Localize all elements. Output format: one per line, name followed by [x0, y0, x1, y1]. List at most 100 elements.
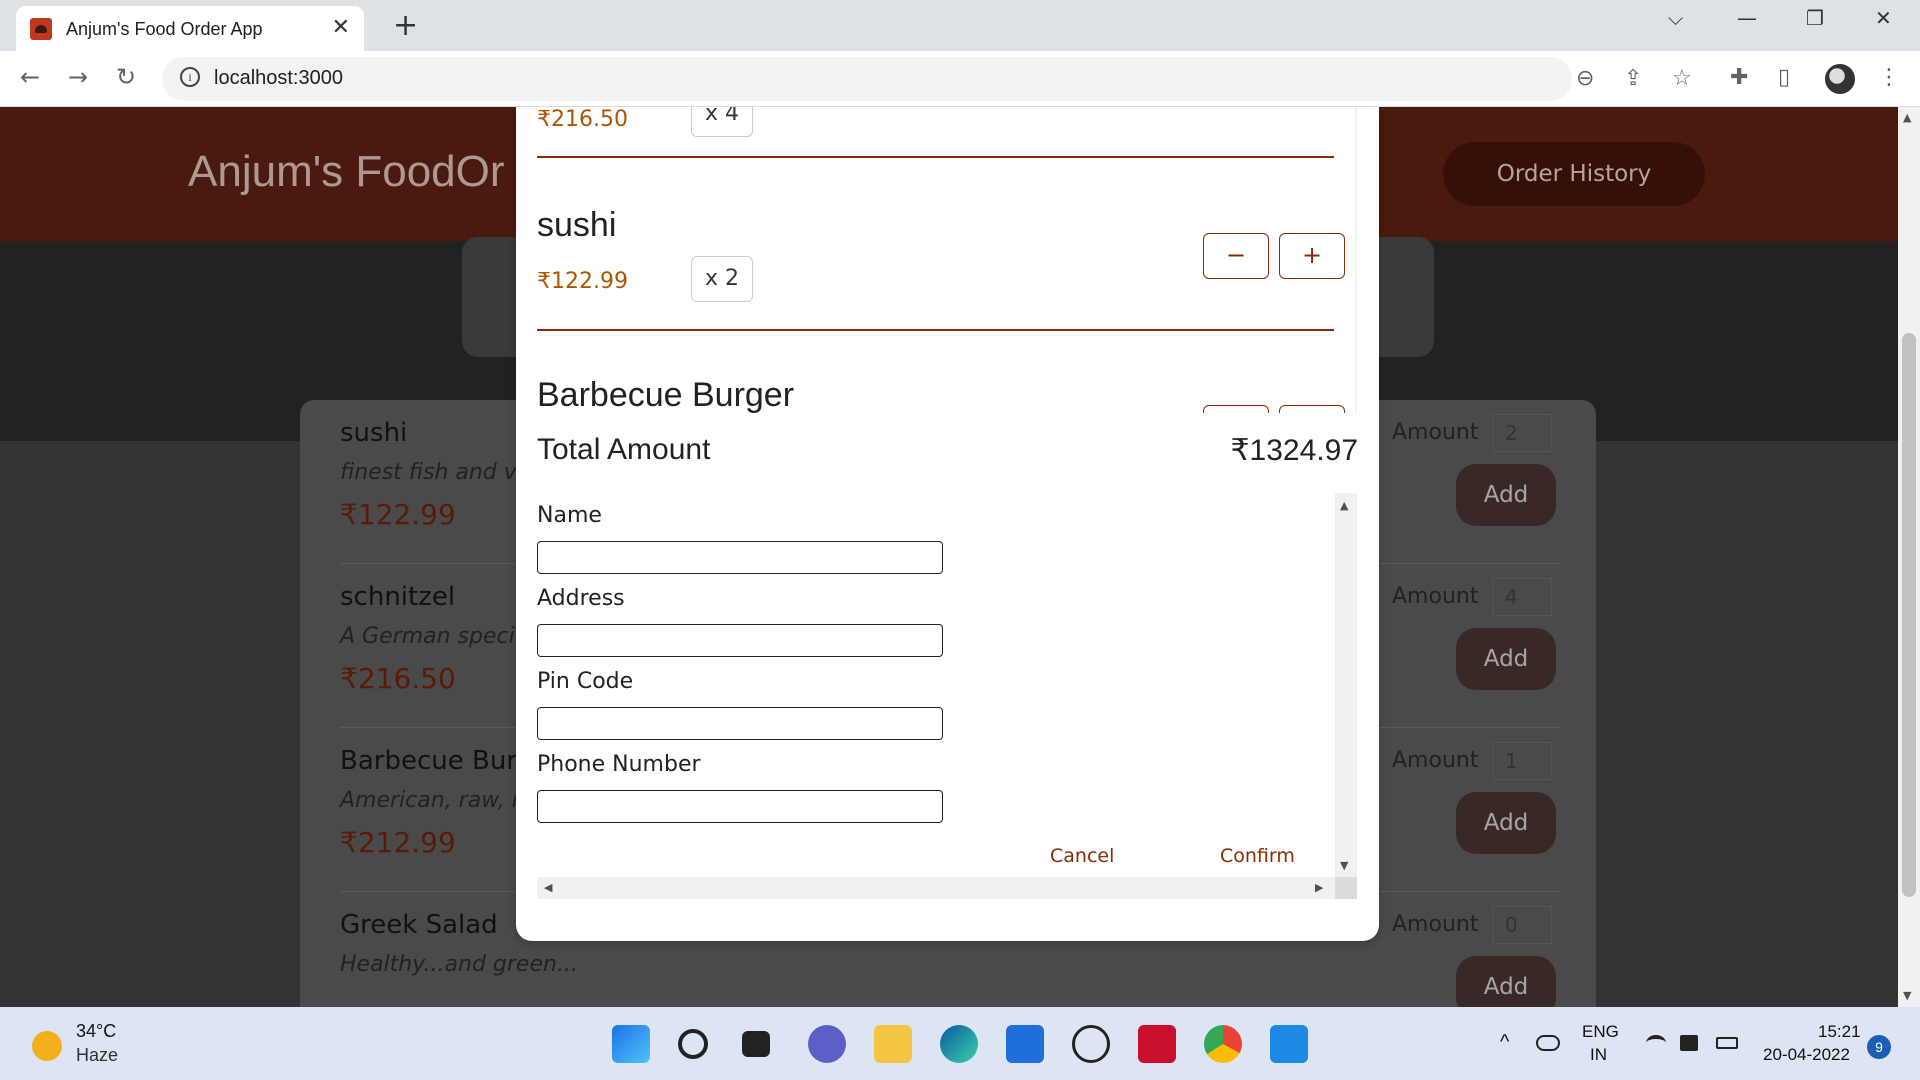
region-indicator[interactable]: IN	[1590, 1045, 1607, 1065]
cart-item-name: sushi	[537, 206, 617, 244]
add-button[interactable]: Add	[1456, 464, 1556, 526]
cart-item-price: ₹216.50	[537, 107, 628, 132]
address-input[interactable]	[537, 624, 943, 657]
app-title: Anjum's FoodOr	[188, 147, 505, 196]
add-button[interactable]: Add	[1456, 792, 1556, 854]
windows-start-icon[interactable]	[612, 1025, 650, 1063]
meal-name: Barbecue Burg	[340, 746, 534, 776]
notification-badge[interactable]: 9	[1867, 1035, 1891, 1059]
battery-icon[interactable]	[1716, 1037, 1738, 1049]
search-icon[interactable]	[678, 1029, 708, 1059]
extensions-icon[interactable]: ✚	[1730, 65, 1748, 90]
increase-quantity-button[interactable]: +	[1279, 233, 1345, 279]
browser-toolbar: ← → ↻ i localhost:3000 ⊖ ⇪ ☆ ✚ ▯ ⋮	[0, 51, 1920, 107]
amount-input[interactable]: 4	[1492, 578, 1552, 616]
amount-label: Amount	[1392, 912, 1479, 937]
form-vertical-scrollbar[interactable]: ▲ ▼	[1335, 493, 1357, 877]
edge-icon[interactable]	[940, 1025, 978, 1063]
address-bar[interactable]: i localhost:3000 ⊖ ⇪ ☆	[162, 57, 1692, 101]
cart-scrollbar[interactable]: ▼	[1355, 107, 1357, 413]
weather-description[interactable]: Haze	[76, 1045, 118, 1066]
chat-icon[interactable]	[808, 1025, 846, 1063]
cancel-button[interactable]: Cancel	[1050, 845, 1114, 867]
amount-input[interactable]: 2	[1492, 414, 1552, 452]
star-icon[interactable]: ☆	[1672, 66, 1692, 91]
zoom-out-icon[interactable]: ⊖	[1576, 66, 1594, 91]
onedrive-icon[interactable]	[1536, 1035, 1560, 1051]
name-input[interactable]	[537, 541, 943, 574]
increase-quantity-button[interactable]	[1279, 405, 1345, 413]
total-amount-value: ₹1324.97	[1230, 434, 1358, 467]
share-icon[interactable]: ⇪	[1624, 66, 1642, 91]
close-window-button[interactable]: ✕	[1875, 6, 1892, 30]
dell-icon[interactable]	[1072, 1025, 1110, 1063]
meal-description: A German speci	[340, 624, 515, 649]
cart-items-list[interactable]: ₹216.50 x 4 sushi ₹122.99 x 2 − + Barbec…	[537, 107, 1357, 413]
weather-temperature[interactable]: 34°C	[76, 1021, 116, 1042]
menu-icon[interactable]: ⋮	[1878, 65, 1900, 90]
add-button[interactable]: Add	[1456, 628, 1556, 690]
form-horizontal-scrollbar[interactable]: ◀ ▶	[537, 877, 1335, 899]
tab-search-icon[interactable]: ⌵	[1668, 6, 1683, 30]
page-scroll-down-icon[interactable]: ▼	[1903, 989, 1911, 1002]
cart-item: ₹216.50 x 4	[537, 107, 1334, 158]
new-tab-button[interactable]: +	[393, 8, 418, 43]
clock-date[interactable]: 20-04-2022	[1763, 1045, 1850, 1065]
back-button[interactable]: ←	[20, 63, 40, 91]
scroll-right-arrow-icon[interactable]: ▶	[1315, 881, 1323, 894]
meal-price: ₹122.99	[340, 498, 456, 531]
cart-item-quantity: x 4	[691, 107, 753, 137]
reload-button[interactable]: ↻	[116, 63, 136, 91]
scroll-up-arrow-icon[interactable]: ▲	[1340, 499, 1348, 512]
page-scrollbar[interactable]: ▲ ▼	[1898, 107, 1920, 1007]
url-text[interactable]: localhost:3000	[214, 67, 343, 90]
language-indicator[interactable]: ENG	[1582, 1022, 1619, 1042]
page-scroll-up-icon[interactable]: ▲	[1903, 111, 1911, 124]
mcafee-icon[interactable]	[1138, 1025, 1176, 1063]
tab-close-icon[interactable]: ✕	[332, 15, 350, 40]
vscode-icon[interactable]	[1270, 1025, 1308, 1063]
add-button[interactable]: Add	[1456, 956, 1556, 1007]
decrease-quantity-button[interactable]	[1203, 405, 1269, 413]
tray-chevron-icon[interactable]: ^	[1500, 1031, 1509, 1054]
profile-avatar[interactable]	[1825, 64, 1855, 94]
task-view-icon[interactable]	[742, 1031, 770, 1057]
site-info-icon[interactable]: i	[180, 67, 200, 87]
clock-time[interactable]: 15:21	[1818, 1022, 1861, 1042]
browser-tab-strip: Anjum's Food Order App ✕ + ⌵ — ❐ ✕	[0, 0, 1920, 51]
amount-label: Amount	[1392, 748, 1479, 773]
volume-muted-icon[interactable]	[1680, 1035, 1698, 1051]
file-explorer-icon[interactable]	[874, 1025, 912, 1063]
amount-input[interactable]: 1	[1492, 742, 1552, 780]
amount-label: Amount	[1392, 584, 1479, 609]
total-amount-label: Total Amount	[537, 433, 711, 466]
tab-title: Anjum's Food Order App	[66, 19, 263, 39]
phone-number-input[interactable]	[537, 790, 943, 823]
wifi-icon[interactable]	[1646, 1035, 1666, 1051]
minimize-button[interactable]: —	[1737, 6, 1757, 30]
restore-button[interactable]: ❐	[1806, 6, 1824, 30]
browser-tab[interactable]: Anjum's Food Order App ✕	[16, 6, 364, 51]
amount-input[interactable]: 0	[1492, 906, 1552, 944]
forward-button[interactable]: →	[68, 63, 88, 91]
meal-price: ₹216.50	[340, 662, 456, 695]
chrome-icon[interactable]	[1204, 1025, 1242, 1063]
scroll-down-arrow-icon[interactable]: ▼	[1340, 859, 1348, 872]
pin-code-input[interactable]	[537, 707, 943, 740]
app-favicon-icon	[30, 18, 52, 40]
name-label: Name	[537, 503, 602, 528]
decrease-quantity-button[interactable]: −	[1203, 233, 1269, 279]
side-panel-icon[interactable]: ▯	[1778, 65, 1790, 90]
weather-icon[interactable]	[32, 1031, 62, 1061]
meal-price: ₹212.99	[340, 826, 456, 859]
cart-item-price: ₹122.99	[537, 269, 628, 294]
scroll-left-arrow-icon[interactable]: ◀	[544, 881, 552, 894]
store-icon[interactable]	[1006, 1025, 1044, 1063]
page-viewport: Anjum's FoodOr Order History sushi fines…	[0, 107, 1898, 1007]
order-history-button[interactable]: Order History	[1443, 142, 1705, 206]
confirm-button[interactable]: Confirm	[1220, 845, 1295, 867]
windows-taskbar: 34°C Haze ^ ENG IN 15:21 20-04-2022 9	[0, 1007, 1920, 1080]
address-label: Address	[537, 586, 625, 611]
amount-label: Amount	[1392, 420, 1479, 445]
page-scrollbar-thumb[interactable]	[1902, 333, 1916, 897]
